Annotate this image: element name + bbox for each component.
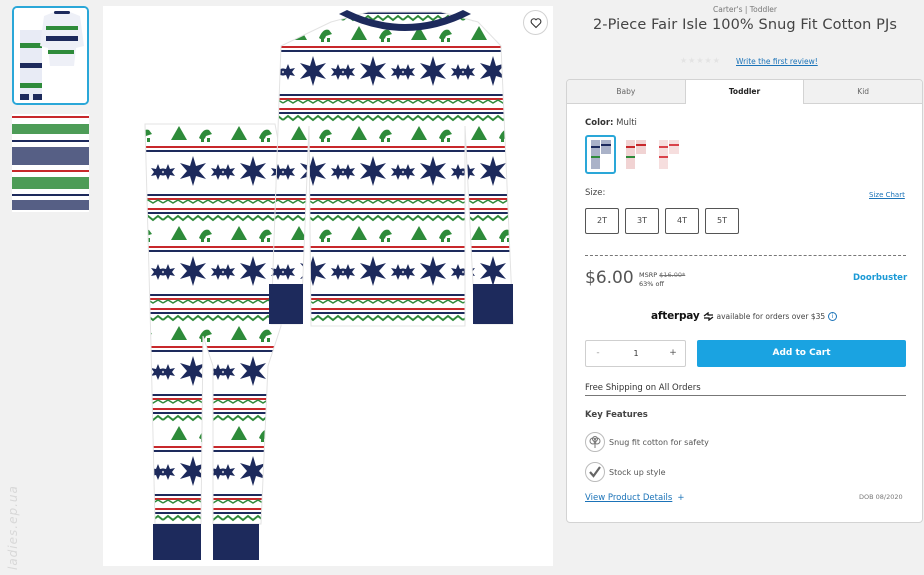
quantity-stepper: - 1 +	[585, 340, 686, 367]
color-label: Color: Multi	[585, 118, 637, 128]
msrp-value: $16.00*	[659, 271, 686, 279]
color-swatch-pink[interactable]	[653, 135, 684, 174]
size-option-5t[interactable]: 5T	[705, 208, 739, 234]
watermark: ladies.ep.ua	[6, 485, 20, 570]
sale-price: $6.00	[585, 268, 634, 288]
feature-item: Snug fit cotton for safety	[585, 432, 709, 452]
size-option-3t[interactable]: 3T	[625, 208, 659, 234]
write-review-link[interactable]: Write the first review!	[736, 57, 818, 66]
info-icon[interactable]: i	[828, 311, 838, 321]
size-label: Size:	[585, 188, 606, 198]
doorbuster-badge: Doorbuster	[853, 273, 908, 283]
quantity-input[interactable]: 1	[616, 341, 656, 366]
color-swatch-red[interactable]	[620, 135, 651, 174]
key-features-heading: Key Features	[585, 410, 648, 420]
afterpay-text: available for orders over $35	[716, 311, 826, 321]
star-icon: ★	[704, 56, 712, 65]
color-label-text: Color:	[585, 118, 614, 128]
star-icon: ★	[712, 56, 720, 65]
size-chart-link[interactable]: Size Chart	[869, 191, 905, 199]
purchase-panel: Baby Toddler Kid Color: Multi Size: Size…	[566, 79, 923, 523]
product-page: Carter's | Toddler 2-Piece Fair Isle 100…	[0, 0, 924, 575]
color-swatch-navy[interactable]	[585, 135, 616, 174]
msrp-label: MSRP	[639, 271, 658, 279]
add-to-cart-button[interactable]: Add to Cart	[697, 340, 906, 367]
tab-toddler[interactable]: Toddler	[685, 80, 804, 104]
tab-kid[interactable]: Kid	[803, 80, 922, 104]
feature-text: Snug fit cotton for safety	[609, 437, 709, 447]
divider	[585, 255, 906, 256]
rating-stars: ★ ★ ★ ★ ★	[680, 56, 720, 66]
view-product-details-link[interactable]: View Product Details +	[585, 493, 684, 503]
afterpay-message: afterpay available for orders over $35 i	[651, 310, 838, 322]
quantity-increase-button[interactable]: +	[663, 341, 683, 366]
age-tabs: Baby Toddler Kid	[567, 80, 922, 104]
brand-breadcrumb[interactable]: Carter's | Toddler	[566, 5, 924, 14]
feature-text: Stock up style	[609, 467, 666, 477]
product-title: 2-Piece Fair Isle 100% Snug Fit Cotton P…	[592, 17, 898, 33]
star-icon: ★	[680, 56, 688, 65]
check-icon	[585, 462, 605, 482]
wishlist-button[interactable]	[523, 10, 548, 35]
afterpay-arrows-icon	[703, 311, 713, 321]
feature-item: Stock up style	[585, 462, 666, 482]
star-icon: ★	[696, 56, 704, 65]
free-shipping-text: Free Shipping on All Orders	[585, 383, 906, 396]
star-icon: ★	[688, 56, 696, 65]
size-option-2t[interactable]: 2T	[585, 208, 619, 234]
details-link-label: View Product Details	[585, 493, 673, 503]
msrp-block: MSRP $16.00* 63% off	[639, 271, 685, 289]
quantity-decrease-button[interactable]: -	[588, 341, 608, 366]
thumbnail-main[interactable]	[12, 6, 89, 105]
size-option-4t[interactable]: 4T	[665, 208, 699, 234]
plus-icon: +	[677, 493, 685, 503]
cotton-icon	[585, 432, 605, 452]
afterpay-logo: afterpay	[651, 310, 700, 322]
product-image	[103, 6, 553, 566]
thumbnail-fabric[interactable]	[12, 114, 89, 212]
color-value: Multi	[616, 118, 637, 128]
heart-icon	[530, 17, 541, 28]
dob-text: DOB 08/2020	[859, 493, 903, 501]
discount-text: 63% off	[639, 280, 664, 288]
tab-baby[interactable]: Baby	[567, 80, 686, 104]
